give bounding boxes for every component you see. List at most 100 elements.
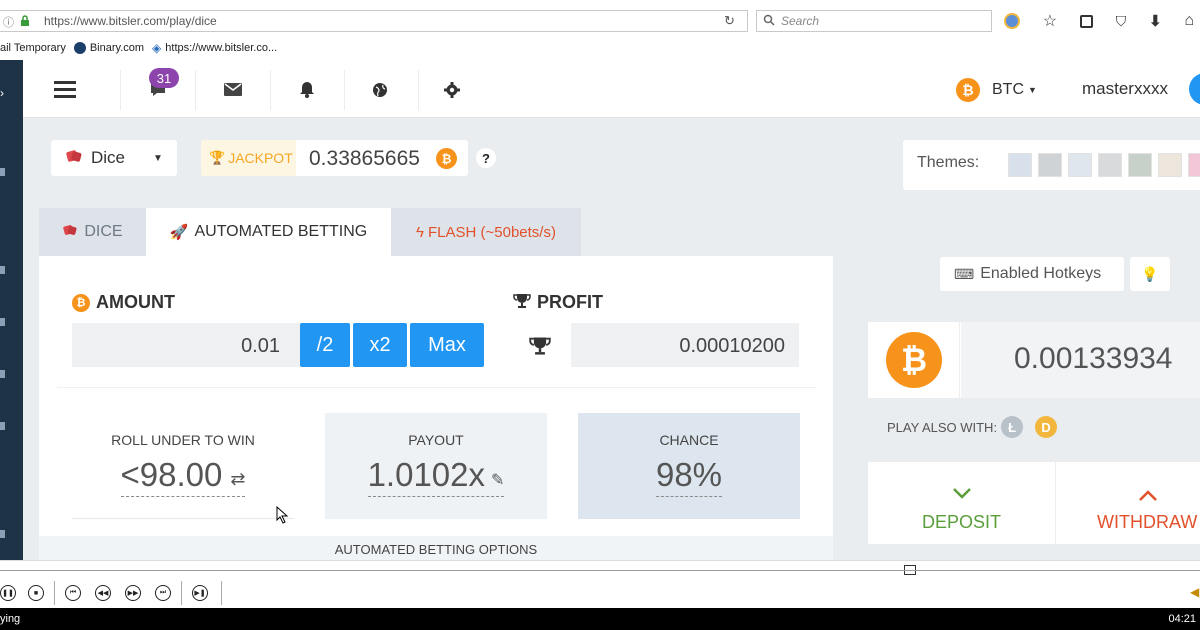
divider xyxy=(120,70,121,110)
sidebar-icon[interactable] xyxy=(0,530,5,538)
seek-bar[interactable] xyxy=(0,570,1200,571)
chat-badge: 31 xyxy=(149,68,179,88)
volume-icon[interactable]: ◀ xyxy=(1190,585,1199,599)
dice-icon xyxy=(65,148,83,169)
address-bar[interactable]: ⓘ https://www.bitsler.com/play/dice ↻ xyxy=(0,10,748,32)
max-button[interactable]: Max xyxy=(410,323,484,367)
download-icon[interactable]: ⬇ xyxy=(1149,12,1162,30)
theme-swatch[interactable] xyxy=(1068,153,1092,177)
sidebar-icon[interactable] xyxy=(0,422,5,430)
sidebar: › xyxy=(0,60,23,560)
globe-icon[interactable] xyxy=(372,82,388,103)
search-icon xyxy=(763,13,775,31)
theme-swatch[interactable] xyxy=(1098,153,1122,177)
automated-options-label[interactable]: AUTOMATED BETTING OPTIONS xyxy=(39,536,833,560)
flash-icon: ϟ xyxy=(416,223,424,241)
withdraw-button[interactable]: WITHDRAW xyxy=(1056,462,1200,544)
divider xyxy=(181,581,182,605)
cursor-icon xyxy=(276,505,290,529)
stop-icon[interactable]: ■ xyxy=(28,585,44,601)
step-icon[interactable]: ▶❚ xyxy=(192,585,208,601)
username[interactable]: masterxxxx xyxy=(1082,79,1168,99)
gear-icon[interactable] xyxy=(444,82,460,103)
payout-label: PAYOUT xyxy=(408,432,464,448)
sidebar-icon[interactable] xyxy=(0,266,5,274)
search-bar[interactable]: Search xyxy=(756,10,992,32)
chance-value[interactable]: 98% xyxy=(655,456,723,497)
amount-input[interactable]: 0.01 xyxy=(72,323,300,367)
rewind-icon[interactable]: ◀◀ xyxy=(95,585,111,601)
lightbulb-icon: 💡 xyxy=(1141,265,1159,282)
payout-box[interactable]: PAYOUT 1.0102x ✎ xyxy=(325,413,547,519)
theme-swatch[interactable] xyxy=(1128,153,1152,177)
tab-automated-betting[interactable]: 🚀 AUTOMATED BETTING xyxy=(146,208,391,256)
info-icon[interactable]: ⓘ xyxy=(3,14,14,30)
swap-icon[interactable]: ⇄ xyxy=(230,469,245,490)
bookmark-item[interactable]: ail Temporary xyxy=(0,42,66,54)
theme-swatch[interactable] xyxy=(1038,153,1062,177)
balance-icon-box: ₿ xyxy=(868,322,960,398)
divider xyxy=(57,387,817,388)
double-button[interactable]: x2 xyxy=(353,323,407,367)
pencil-icon[interactable]: ✎ xyxy=(491,470,504,490)
player-status-bar: ying 04:21 xyxy=(0,608,1200,630)
dogecoin-icon[interactable]: D xyxy=(1035,416,1058,438)
lock-icon xyxy=(20,14,29,26)
lightbulb-button[interactable]: 💡 xyxy=(1130,257,1170,291)
chevron-right-icon[interactable]: › xyxy=(0,86,4,100)
caret-down-icon: ▼ xyxy=(153,152,163,164)
litecoin-icon[interactable]: Ł xyxy=(1001,416,1024,438)
extension-icon[interactable] xyxy=(1004,13,1020,29)
roll-under-box[interactable]: ROLL UNDER TO WIN <98.00 ⇄ xyxy=(72,413,294,519)
deposit-button[interactable]: DEPOSIT xyxy=(868,462,1055,544)
bell-icon[interactable] xyxy=(299,81,315,103)
app-header: 31 ₿ BTC ▼ masterxxxx xyxy=(23,60,1200,118)
player-status: ying xyxy=(0,613,21,625)
pocket-icon[interactable]: ⛉ xyxy=(1116,13,1127,30)
currency-label: BTC xyxy=(992,81,1024,98)
hotkeys-button[interactable]: ⌨ Enabled Hotkeys xyxy=(940,257,1124,291)
chance-box[interactable]: CHANCE 98% xyxy=(578,413,800,519)
previous-icon[interactable]: ⏮ xyxy=(65,585,81,601)
home-icon[interactable]: ⌂ xyxy=(1184,12,1194,30)
divider xyxy=(221,581,222,605)
star-icon[interactable]: ☆ xyxy=(1043,11,1057,31)
bookmark-item[interactable]: https://www.bitsler.co... xyxy=(165,42,277,54)
currency-selector[interactable]: ₿ BTC ▼ xyxy=(956,78,1037,102)
theme-swatch[interactable] xyxy=(1158,153,1182,177)
tab-flash[interactable]: ϟ FLASH (~50bets/s) xyxy=(391,208,581,256)
sidebar-icon[interactable] xyxy=(0,370,5,378)
reload-icon[interactable]: ↻ xyxy=(724,13,735,29)
trophy-icon xyxy=(529,336,551,361)
menu-icon[interactable] xyxy=(54,80,76,103)
payout-value-wrap[interactable]: 1.0102x ✎ xyxy=(367,456,505,497)
halve-button[interactable]: /2 xyxy=(300,323,350,367)
chevron-down-icon xyxy=(953,488,971,499)
deposit-label: DEPOSIT xyxy=(921,512,1001,532)
theme-swatch[interactable] xyxy=(1008,153,1032,177)
tab-dice[interactable]: DICE xyxy=(39,208,146,256)
sidebar-icon[interactable] xyxy=(0,168,5,176)
game-select-label: Dice xyxy=(91,148,126,167)
jackpot-help-button[interactable]: ? xyxy=(476,148,496,168)
sidebar-icon[interactable] xyxy=(0,318,5,326)
play-also-label: PLAY ALSO WITH: xyxy=(887,419,998,435)
game-select[interactable]: Dice ▼ xyxy=(51,140,177,176)
roll-under-value-wrap[interactable]: <98.00 ⇄ xyxy=(120,456,246,497)
player-time: 04:21 xyxy=(1168,613,1196,625)
theme-swatch[interactable] xyxy=(1188,153,1200,177)
roll-under-value: <98.00 xyxy=(120,456,223,493)
fast-forward-icon[interactable]: ▶▶ xyxy=(125,585,141,601)
binary-icon xyxy=(73,42,86,54)
mail-icon[interactable] xyxy=(224,83,242,101)
balance-value: 0.00133934 xyxy=(1014,342,1173,375)
pause-icon[interactable]: ❚❚ xyxy=(0,585,16,601)
bookmark-item[interactable]: Binary.com xyxy=(90,42,144,54)
profit-input[interactable]: 0.00010200 xyxy=(571,323,799,367)
reading-list-icon[interactable] xyxy=(1079,14,1093,28)
keyboard-icon: ⌨ xyxy=(954,265,975,282)
betting-panel: ₿ AMOUNT 0.01 /2 x2 Max PROFIT 0.0001020… xyxy=(39,256,833,560)
avatar[interactable] xyxy=(1189,73,1200,105)
next-icon[interactable]: ⏭ xyxy=(155,585,171,601)
search-placeholder: Search xyxy=(781,14,820,28)
